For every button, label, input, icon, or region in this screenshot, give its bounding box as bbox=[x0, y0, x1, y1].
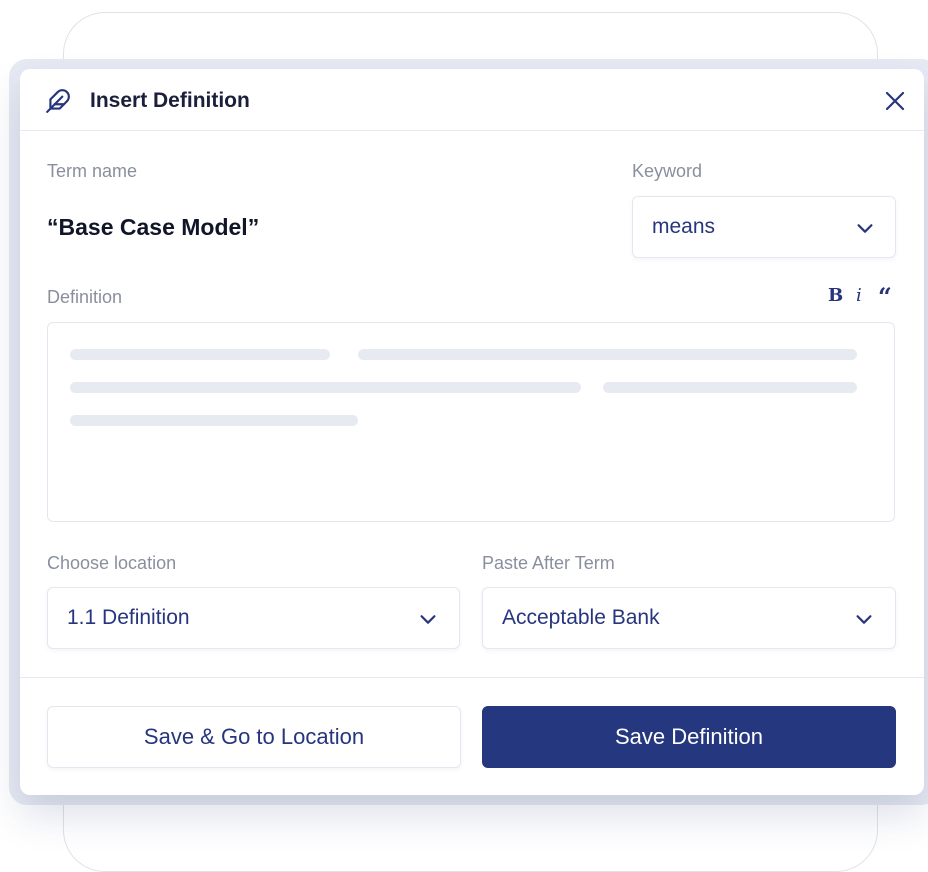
footer-divider bbox=[20, 677, 924, 678]
save-definition-button[interactable]: Save Definition bbox=[482, 706, 896, 768]
location-select[interactable]: 1.1 Definition bbox=[47, 587, 460, 649]
feather-icon bbox=[46, 89, 70, 113]
definition-label: Definition bbox=[47, 287, 123, 307]
text-placeholder-line bbox=[358, 349, 857, 360]
dialog-header: Insert Definition bbox=[20, 69, 924, 131]
term-name-label: Term name bbox=[47, 161, 138, 181]
close-icon[interactable] bbox=[883, 89, 907, 113]
definition-editor[interactable] bbox=[47, 322, 895, 522]
chevron-down-icon bbox=[420, 615, 436, 624]
text-placeholder-line bbox=[70, 415, 358, 426]
paste-after-label: Paste After Term bbox=[482, 553, 615, 573]
keyword-select[interactable]: means bbox=[632, 196, 896, 258]
text-placeholder-line bbox=[70, 349, 330, 360]
keyword-label: Keyword bbox=[632, 161, 703, 181]
term-name-value: “Base Case Model” bbox=[47, 214, 260, 240]
paste-after-select[interactable]: Acceptable Bank bbox=[482, 587, 896, 649]
paste-after-select-value: Acceptable Bank bbox=[502, 606, 660, 629]
chevron-down-icon bbox=[857, 224, 873, 233]
text-placeholder-line bbox=[70, 382, 581, 393]
chevron-down-icon bbox=[856, 615, 872, 624]
bold-button[interactable]: B bbox=[828, 285, 843, 306]
keyword-select-value: means bbox=[652, 215, 716, 238]
quote-button[interactable]: “ bbox=[878, 282, 892, 311]
text-placeholder-line bbox=[603, 382, 857, 393]
save-go-to-location-button[interactable]: Save & Go to Location bbox=[47, 706, 461, 768]
italic-button[interactable]: i bbox=[856, 285, 862, 306]
insert-definition-dialog: Insert Definition Term name “Base Case M… bbox=[20, 69, 924, 795]
dialog-title: Insert Definition bbox=[90, 89, 250, 112]
location-label: Choose location bbox=[47, 553, 177, 573]
location-select-value: 1.1 Definition bbox=[67, 606, 190, 629]
